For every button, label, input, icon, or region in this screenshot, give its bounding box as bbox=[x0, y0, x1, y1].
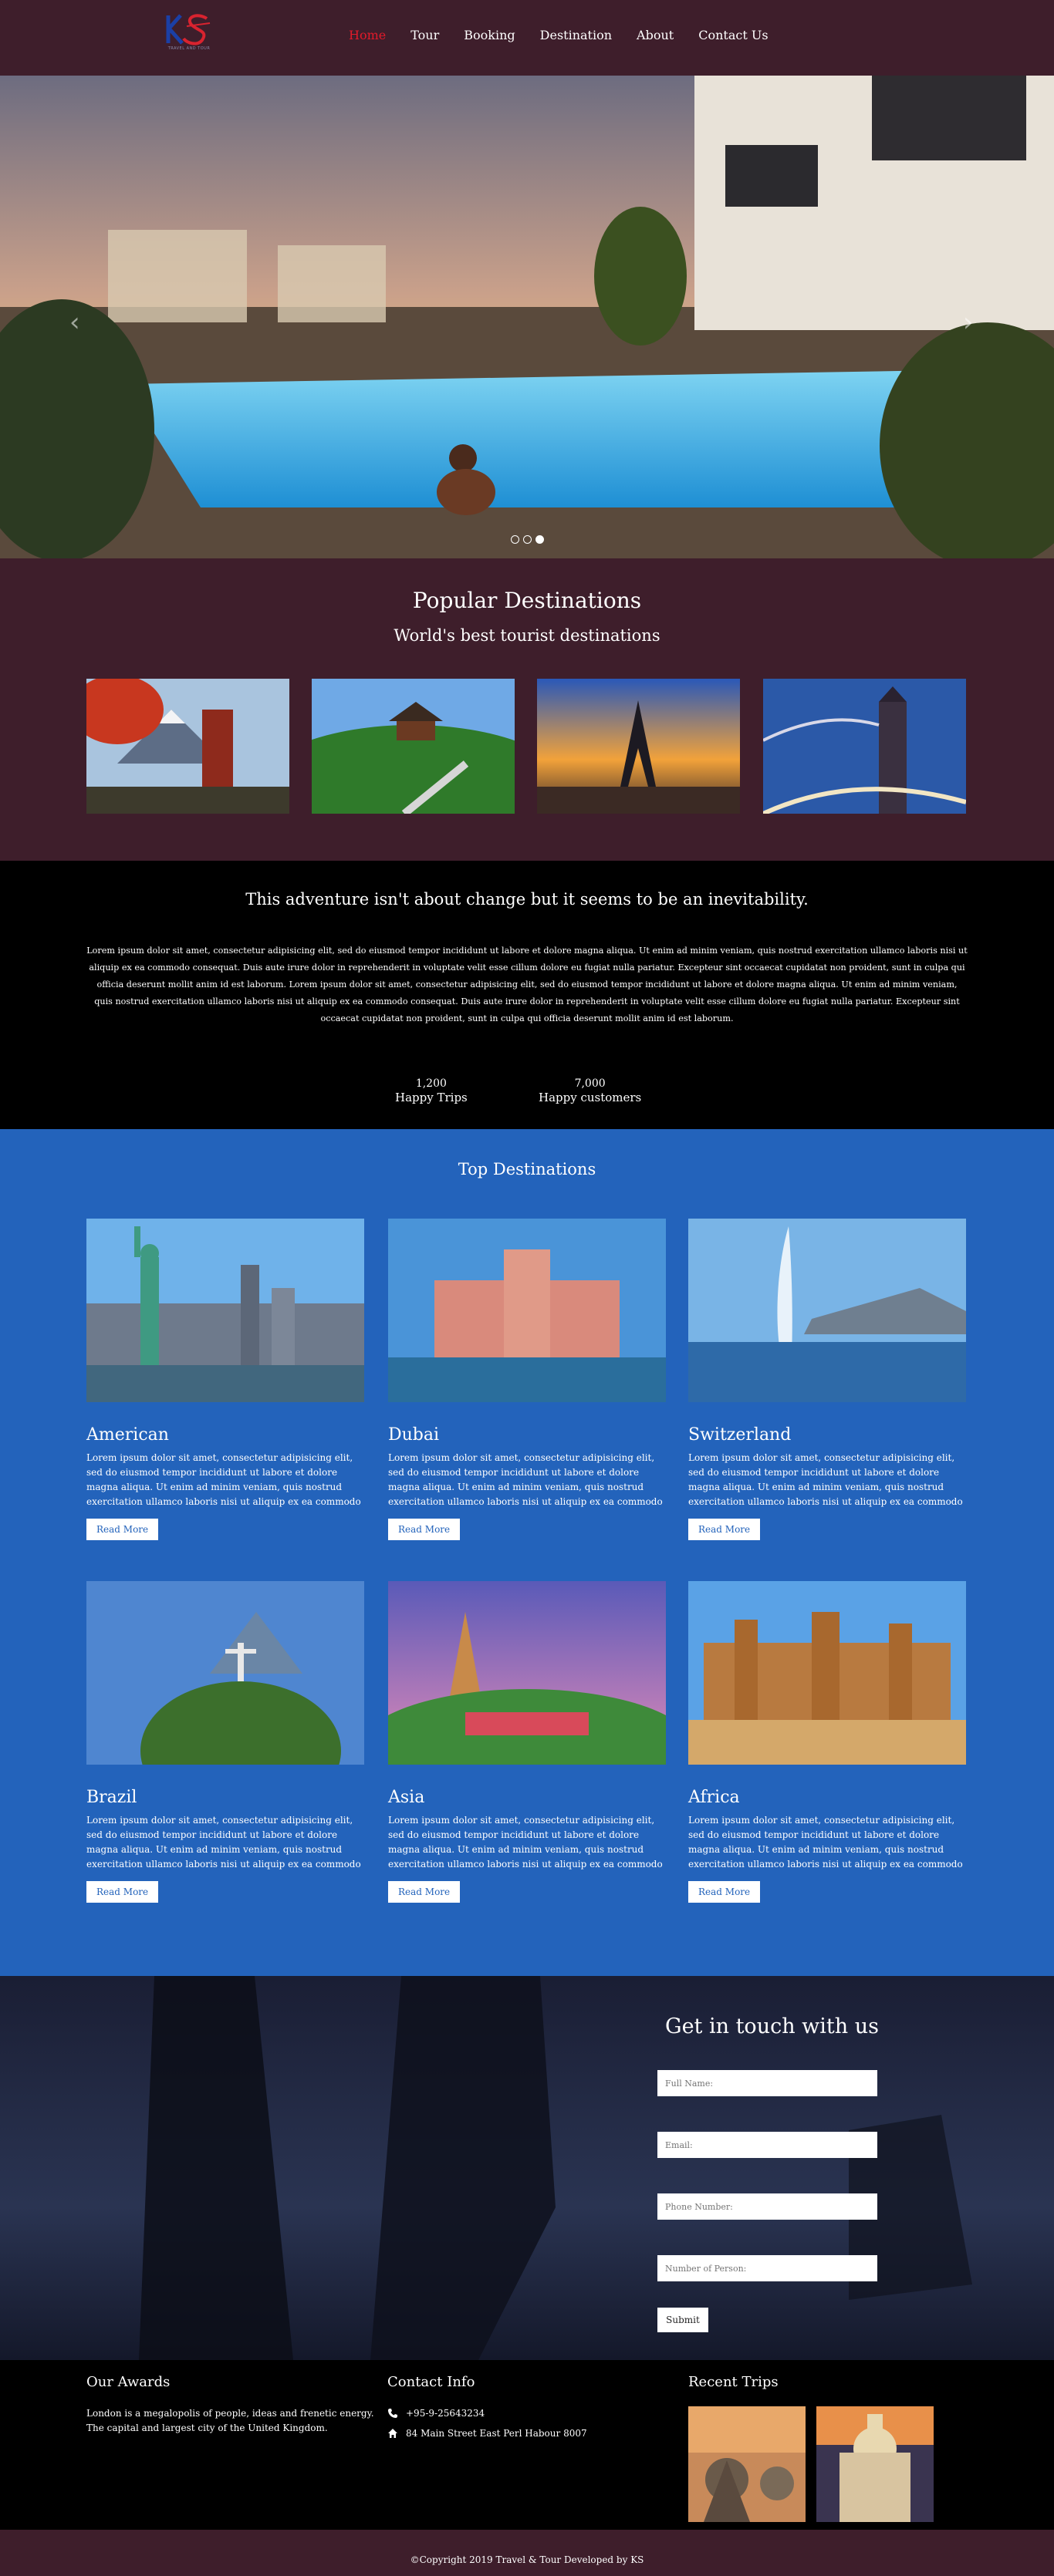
popular-destinations-section: Popular Destinations World's best touris… bbox=[0, 558, 1054, 861]
destination-name: Brazil bbox=[86, 1788, 137, 1807]
footer-awards-text: London is a megalopolis of people, ideas… bbox=[86, 2408, 374, 2433]
footer-address-text: 84 Main Street East Perl Habour 8007 bbox=[406, 2428, 587, 2439]
chevron-left-icon[interactable]: ‹ bbox=[69, 307, 80, 338]
adventure-section: This adventure isn't about change but it… bbox=[0, 861, 1054, 1129]
phone-icon bbox=[388, 2409, 397, 2418]
nav-destination[interactable]: Destination bbox=[540, 28, 612, 42]
stat-happy-trips: 1,200 Happy Trips bbox=[395, 1077, 468, 1104]
destination-image[interactable] bbox=[688, 1219, 966, 1402]
phone-number-field[interactable] bbox=[657, 2193, 877, 2220]
carousel-dot[interactable] bbox=[523, 535, 532, 544]
footer-contact-title: Contact Info bbox=[387, 2374, 475, 2390]
destination-card-asia: Asia Lorem ipsum dolor sit amet, consect… bbox=[388, 1581, 666, 1903]
number-of-person-field[interactable] bbox=[657, 2255, 877, 2281]
footer: Our Awards London is a megalopolis of pe… bbox=[0, 2360, 1054, 2530]
footer-awards-title: Our Awards bbox=[86, 2374, 171, 2390]
popular-image-korea[interactable] bbox=[312, 679, 515, 814]
nav-tour[interactable]: Tour bbox=[410, 28, 439, 42]
read-more-button[interactable]: Read More bbox=[388, 1881, 461, 1903]
top-navbar: TRAVEL AND TOUR Home Tour Booking Destin… bbox=[0, 0, 1054, 76]
full-name-field[interactable] bbox=[657, 2070, 877, 2096]
destination-card-switzerland: Switzerland Lorem ipsum dolor sit amet, … bbox=[688, 1219, 966, 1540]
nav-home[interactable]: Home bbox=[349, 28, 386, 42]
destination-description: Lorem ipsum dolor sit amet, consectetur … bbox=[688, 1815, 963, 1870]
recent-trip-image[interactable] bbox=[688, 2406, 806, 2522]
nav-about[interactable]: About bbox=[637, 28, 674, 42]
copyright-text: ©Copyright 2019 Travel & Tour Developed … bbox=[410, 2554, 644, 2565]
top-destinations-section: Top Destinations American Lorem ipsum do… bbox=[0, 1129, 1054, 1976]
read-more-button[interactable]: Read More bbox=[688, 1881, 761, 1903]
footer-trips-title: Recent Trips bbox=[688, 2374, 779, 2390]
recent-trip-image[interactable] bbox=[816, 2406, 934, 2522]
main-menu: Home Tour Booking Destination About Cont… bbox=[349, 28, 793, 42]
destination-card-dubai: Dubai Lorem ipsum dolor sit amet, consec… bbox=[388, 1219, 666, 1540]
stat-label: Happy customers bbox=[539, 1091, 642, 1104]
footer-phone: +95-9-25643234 bbox=[387, 2408, 485, 2419]
stat-number: 1,200 bbox=[415, 1077, 447, 1090]
email-field[interactable] bbox=[657, 2132, 877, 2158]
destination-image[interactable] bbox=[388, 1219, 666, 1402]
contact-title: Get in touch with us bbox=[665, 2015, 879, 2038]
read-more-button[interactable]: Read More bbox=[86, 1519, 159, 1540]
hero-carousel[interactable]: ‹ › bbox=[0, 76, 1054, 558]
popular-image-eiffel[interactable] bbox=[537, 679, 740, 814]
carousel-indicators bbox=[511, 535, 544, 544]
destination-description: Lorem ipsum dolor sit amet, consectetur … bbox=[388, 1452, 663, 1507]
destination-name: Switzerland bbox=[688, 1425, 792, 1445]
destination-name: Asia bbox=[388, 1788, 425, 1807]
destination-name: American bbox=[86, 1425, 169, 1445]
home-icon bbox=[388, 2429, 397, 2438]
adventure-text: Lorem ipsum dolor sit amet, consectetur … bbox=[86, 946, 968, 1023]
destination-name: Africa bbox=[688, 1788, 740, 1807]
section-title: Top Destinations bbox=[458, 1160, 596, 1178]
destination-image[interactable] bbox=[86, 1219, 364, 1402]
destination-image[interactable] bbox=[688, 1581, 966, 1765]
adventure-title: This adventure isn't about change but it… bbox=[245, 890, 809, 909]
contact-background-image bbox=[0, 1976, 1054, 2360]
read-more-button[interactable]: Read More bbox=[86, 1881, 159, 1903]
logo[interactable]: TRAVEL AND TOUR bbox=[164, 11, 215, 56]
logo-tagline: TRAVEL AND TOUR bbox=[167, 46, 211, 51]
stat-label: Happy Trips bbox=[395, 1091, 468, 1104]
chevron-right-icon[interactable]: › bbox=[963, 307, 974, 338]
destination-description: Lorem ipsum dolor sit amet, consectetur … bbox=[688, 1452, 963, 1507]
copyright-bar: ©Copyright 2019 Travel & Tour Developed … bbox=[0, 2530, 1054, 2576]
destination-card-brazil: Brazil Lorem ipsum dolor sit amet, conse… bbox=[86, 1581, 364, 1903]
carousel-dot[interactable] bbox=[535, 535, 544, 544]
footer-phone-text: +95-9-25643234 bbox=[406, 2408, 485, 2419]
section-subtitle: World's best tourist destinations bbox=[394, 626, 660, 645]
nav-contact-us[interactable]: Contact Us bbox=[698, 28, 768, 42]
destination-description: Lorem ipsum dolor sit amet, consectetur … bbox=[86, 1815, 361, 1870]
destination-description: Lorem ipsum dolor sit amet, consectetur … bbox=[86, 1452, 361, 1507]
destination-description: Lorem ipsum dolor sit amet, consectetur … bbox=[388, 1815, 663, 1870]
stat-happy-customers: 7,000 Happy customers bbox=[539, 1077, 641, 1104]
destination-name: Dubai bbox=[388, 1425, 440, 1445]
read-more-button[interactable]: Read More bbox=[388, 1519, 461, 1540]
stat-number: 7,000 bbox=[574, 1077, 606, 1090]
section-title: Popular Destinations bbox=[412, 588, 642, 613]
destination-card-africa: Africa Lorem ipsum dolor sit amet, conse… bbox=[688, 1581, 966, 1903]
footer-address: 84 Main Street East Perl Habour 8007 bbox=[387, 2428, 587, 2439]
popular-image-london[interactable] bbox=[763, 679, 966, 814]
hero-image bbox=[0, 76, 1054, 558]
destination-image[interactable] bbox=[86, 1581, 364, 1765]
carousel-dot[interactable] bbox=[511, 535, 519, 544]
submit-button[interactable]: Submit bbox=[657, 2308, 708, 2332]
destination-card-american: American Lorem ipsum dolor sit amet, con… bbox=[86, 1219, 364, 1540]
contact-section: Get in touch with us Submit bbox=[0, 1976, 1054, 2360]
popular-image-fuji[interactable] bbox=[86, 679, 289, 814]
read-more-button[interactable]: Read More bbox=[688, 1519, 761, 1540]
destination-image[interactable] bbox=[388, 1581, 666, 1765]
nav-booking[interactable]: Booking bbox=[464, 28, 515, 42]
